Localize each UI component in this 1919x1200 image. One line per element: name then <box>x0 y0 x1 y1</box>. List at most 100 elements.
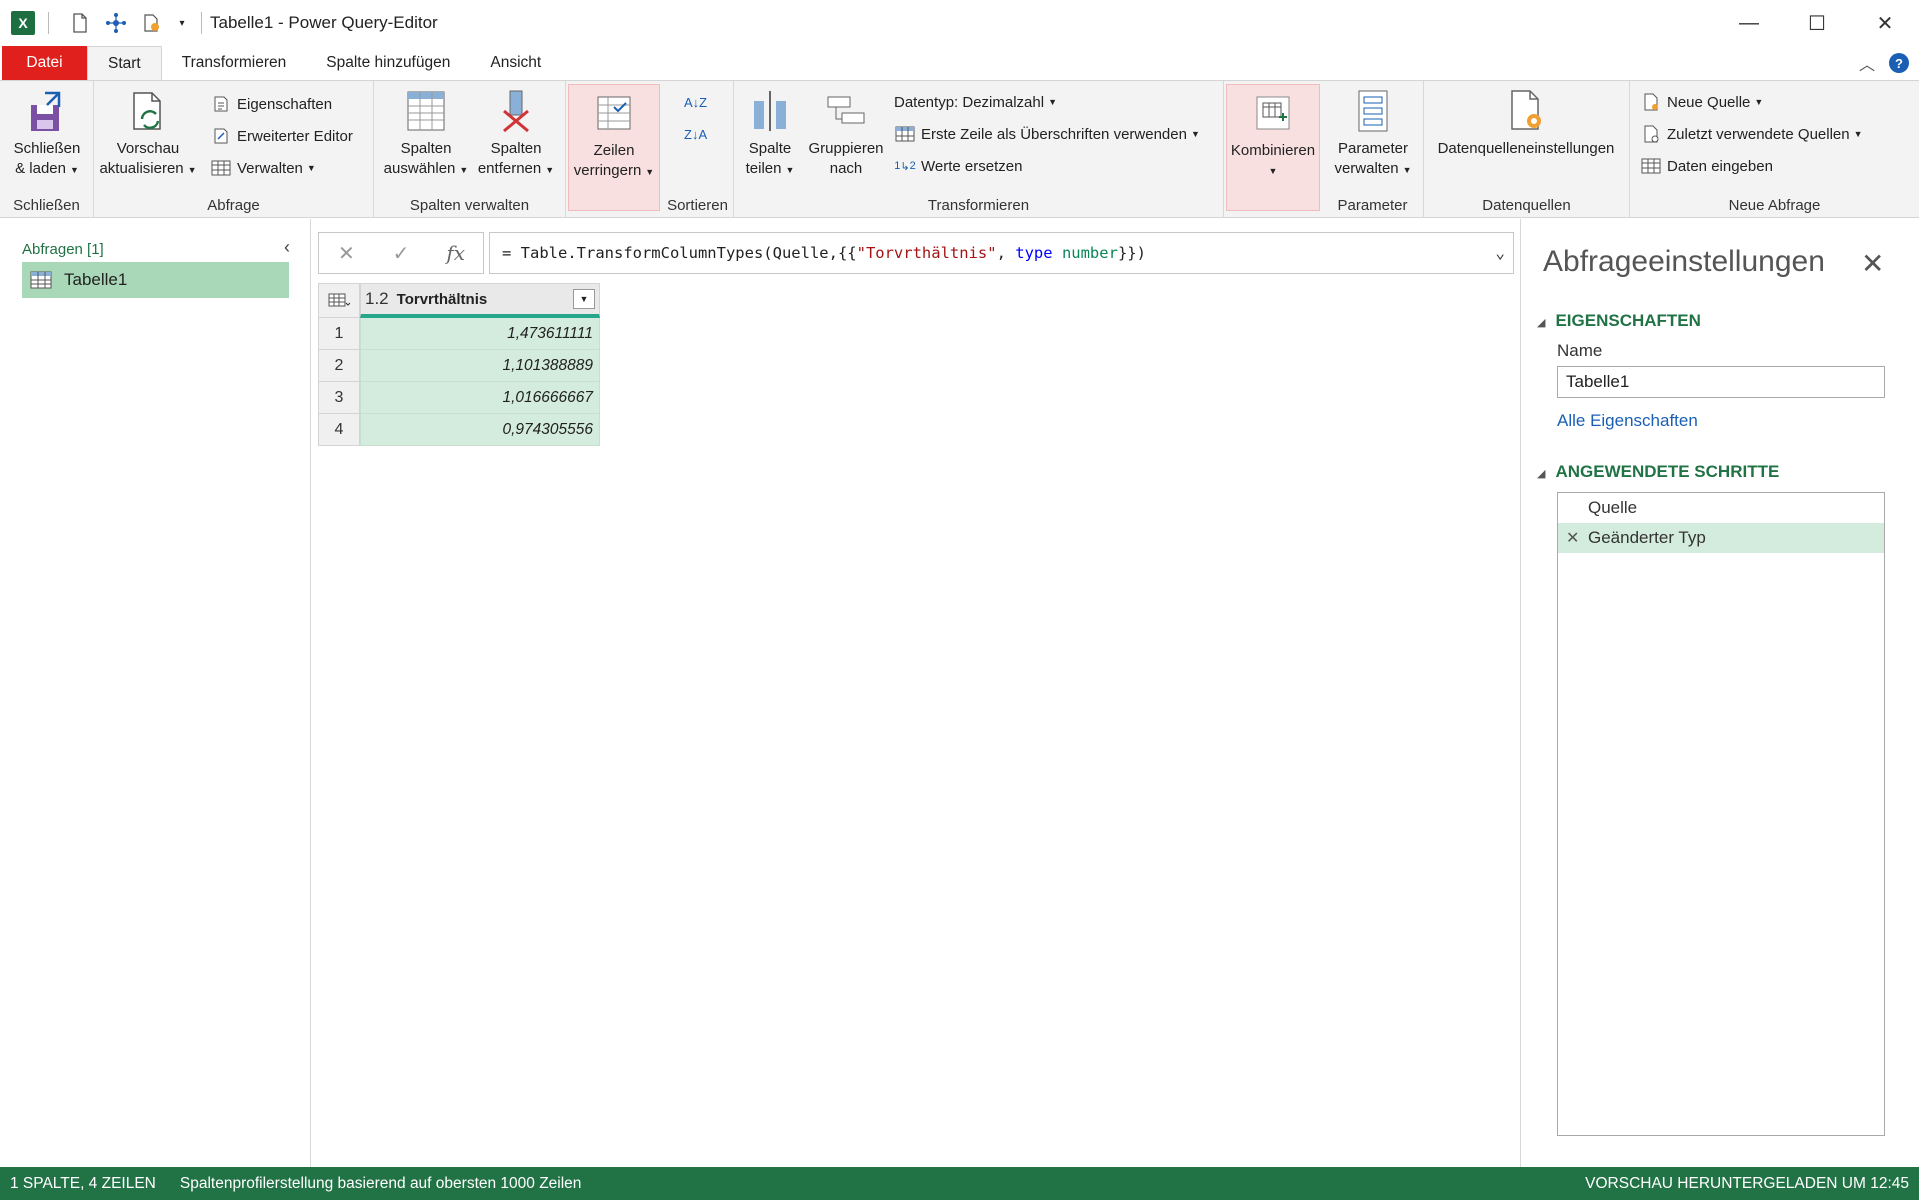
formula-input[interactable]: = Table.TransformColumnTypes(Quelle,{{"T… <box>489 232 1514 274</box>
split-column-icon <box>749 87 791 135</box>
first-row-as-header-button[interactable]: Erste Zeile als Überschriften verwenden ▼ <box>894 121 1200 147</box>
replace-values-icon: 1 ↳ 2 <box>894 160 916 173</box>
table-cell[interactable]: 1,473611111 <box>360 318 600 350</box>
properties-section-title[interactable]: ◢ EIGENSCHAFTEN <box>1537 311 1701 331</box>
close-window-button[interactable]: ✕ <box>1851 0 1919 46</box>
sort-ascending-icon: A↓Z <box>684 94 708 110</box>
split-column-button[interactable]: Spalte teilen ▼ <box>738 87 802 180</box>
filter-dropdown-icon[interactable]: ▼ <box>573 289 595 309</box>
query-item-label: Tabelle1 <box>64 270 128 289</box>
replace-values-button[interactable]: 1 ↳ 2 Werte ersetzen <box>894 153 1022 179</box>
group-label-query: Abfrage <box>207 197 260 214</box>
network-icon[interactable] <box>103 10 129 36</box>
combine-button[interactable]: Kombinieren ▼ <box>1226 84 1320 211</box>
excel-icon: X <box>10 10 36 36</box>
group-by-icon <box>825 87 867 135</box>
tab-transform[interactable]: Transformieren <box>162 46 307 80</box>
remove-columns-icon <box>495 87 537 135</box>
step-item[interactable]: Quelle <box>1558 493 1884 523</box>
row-number[interactable]: 3 <box>318 382 360 414</box>
customize-toolbar-icon[interactable]: ▾ <box>175 10 189 36</box>
title-bar: X ▾ Tabelle1 - Power Query-Editor — ☐ ✕ <box>0 0 1919 46</box>
status-profiling[interactable]: Spaltenprofilerstellung basierend auf ob… <box>180 1175 582 1193</box>
table-cell[interactable]: 1,101388889 <box>360 350 600 382</box>
delete-step-icon[interactable]: ✕ <box>1566 528 1579 548</box>
recent-sources-icon <box>1640 123 1662 145</box>
group-datasources: Datenquelleneinstellungen Datenquellen <box>1424 81 1630 218</box>
group-parameters: Parameter verwalten ▼ Parameter <box>1322 81 1424 218</box>
manage-button[interactable]: Verwalten ▼ <box>210 155 316 181</box>
save-close-icon <box>26 87 68 135</box>
maximize-button[interactable]: ☐ <box>1783 0 1851 46</box>
row-number[interactable]: 4 <box>318 414 360 446</box>
editor-icon <box>210 125 232 147</box>
collapse-ribbon-icon[interactable]: ︿ <box>1859 51 1875 75</box>
reduce-rows-button[interactable]: Zeilen verringern ▼ <box>568 84 660 211</box>
advanced-editor-button[interactable]: Erweiterter Editor <box>210 123 353 149</box>
group-sort: A↓Z Z↓A Sortieren <box>662 81 734 218</box>
confirm-formula-icon[interactable]: ✓ <box>374 233 429 273</box>
column-type-icon[interactable]: 1.2 <box>365 289 389 309</box>
close-icon[interactable]: ✕ <box>1861 247 1884 280</box>
status-bar: 1 SPALTE, 4 ZEILEN Spaltenprofilerstellu… <box>0 1167 1919 1200</box>
properties-button[interactable]: Eigenschaften <box>210 91 332 117</box>
tab-file[interactable]: Datei <box>2 46 87 80</box>
refresh-document-icon <box>127 87 169 135</box>
new-source-button[interactable]: Neue Quelle ▼ <box>1640 89 1763 115</box>
sort-descending-button[interactable]: Z↓A <box>684 121 707 147</box>
table-row: 1 1,473611111 <box>318 318 600 350</box>
collapse-pane-icon[interactable]: ‹ <box>284 237 290 258</box>
applied-steps-list: Quelle ✕ Geänderter Typ <box>1557 492 1885 1136</box>
close-and-load-button[interactable]: Schließen & laden ▼ <box>10 87 84 180</box>
row-number[interactable]: 1 <box>318 318 360 350</box>
choose-columns-button[interactable]: Spalten auswählen ▼ <box>382 87 470 180</box>
table-icon <box>210 157 232 179</box>
datasource-settings-icon <box>1505 87 1547 135</box>
group-label-close: Schließen <box>13 197 80 214</box>
group-transform: Spalte teilen ▼ Gruppieren nach Datentyp:… <box>734 81 1224 218</box>
minimize-button[interactable]: — <box>1715 0 1783 46</box>
query-name-input[interactable] <box>1557 366 1885 398</box>
settings-title: Abfrageeinstellungen <box>1543 245 1825 278</box>
query-settings-pane: Abfrageeinstellungen ✕ ◢ EIGENSCHAFTEN Na… <box>1520 219 1919 1167</box>
recent-sources-button[interactable]: Zuletzt verwendete Quellen ▼ <box>1640 121 1863 147</box>
table-cell[interactable]: 0,974305556 <box>360 414 600 446</box>
group-combine: Kombinieren ▼ <box>1224 81 1322 218</box>
sort-descending-icon: Z↓A <box>684 126 708 142</box>
all-properties-link[interactable]: Alle Eigenschaften <box>1557 411 1698 431</box>
group-label-manage-columns: Spalten verwalten <box>409 197 530 214</box>
remove-columns-button[interactable]: Spalten entfernen ▼ <box>472 87 560 180</box>
tab-add-column[interactable]: Spalte hinzufügen <box>306 46 470 80</box>
table-row: 3 1,016666667 <box>318 382 600 414</box>
function-icon[interactable]: fx <box>428 233 483 273</box>
new-document-icon[interactable] <box>67 10 93 36</box>
tab-start[interactable]: Start <box>87 46 162 80</box>
cancel-formula-icon[interactable]: ✕ <box>319 233 374 273</box>
refresh-settings-icon[interactable] <box>139 10 165 36</box>
manage-parameters-button[interactable]: Parameter verwalten ▼ <box>1328 87 1418 180</box>
refresh-preview-button[interactable]: Vorschau aktualisieren ▼ <box>99 87 197 180</box>
queries-pane: Abfragen [1] ‹ Tabelle1 <box>0 219 311 1167</box>
sort-ascending-button[interactable]: A↓Z <box>684 89 707 115</box>
expand-formula-icon[interactable]: ⌄ <box>1495 243 1505 262</box>
table-header-icon <box>894 123 916 145</box>
enter-data-button[interactable]: Daten eingeben <box>1640 153 1773 179</box>
properties-icon <box>210 93 232 115</box>
table-menu-icon[interactable] <box>318 283 360 318</box>
tab-view[interactable]: Ansicht <box>470 46 561 80</box>
status-preview-time: VORSCHAU HERUNTERGELADEN UM 12:45 <box>1585 1174 1909 1192</box>
datatype-dropdown[interactable]: Datentyp: Dezimalzahl ▼ <box>894 89 1057 115</box>
table-icon <box>1640 155 1662 177</box>
query-item[interactable]: Tabelle1 <box>22 262 289 298</box>
table-cell[interactable]: 1,016666667 <box>360 382 600 414</box>
step-item[interactable]: ✕ Geänderter Typ <box>1558 523 1884 553</box>
group-by-button[interactable]: Gruppieren nach <box>804 87 888 179</box>
row-number[interactable]: 2 <box>318 350 360 382</box>
parameters-icon <box>1352 87 1394 135</box>
datasource-settings-button[interactable]: Datenquelleneinstellungen <box>1428 87 1624 159</box>
name-label: Name <box>1557 341 1603 360</box>
combine-icon <box>1252 89 1294 137</box>
help-icon[interactable]: ? <box>1889 53 1909 73</box>
column-header[interactable]: 1.2 Torvrthältnis ▼ <box>360 283 600 318</box>
applied-steps-section-title[interactable]: ◢ ANGEWENDETE SCHRITTE <box>1537 462 1779 482</box>
